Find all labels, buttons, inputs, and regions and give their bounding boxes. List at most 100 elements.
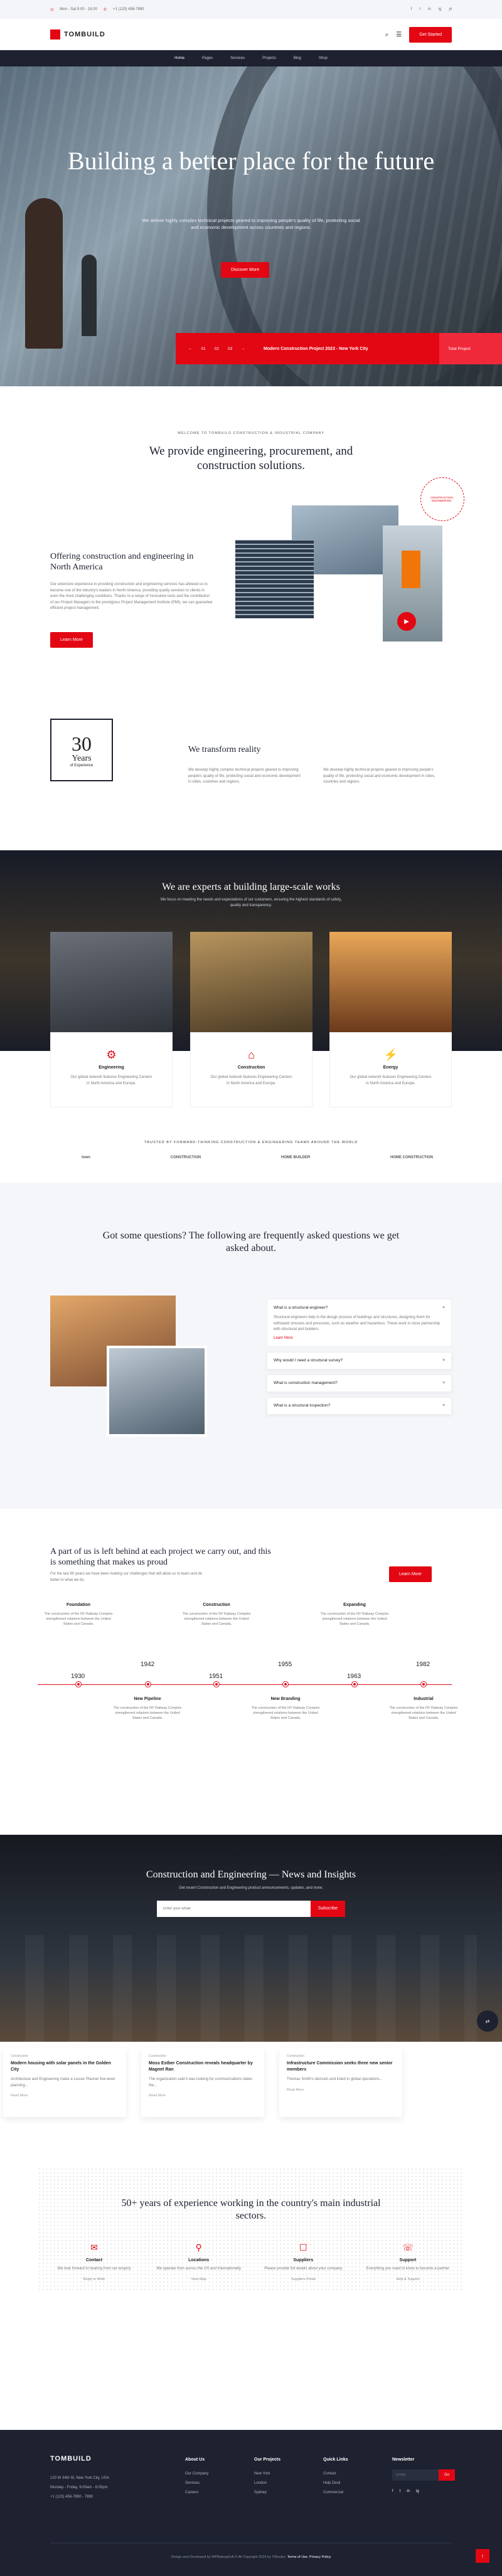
timeline-dot[interactable] xyxy=(76,1682,81,1687)
scroll-top-button[interactable]: ↑ xyxy=(476,2549,489,2563)
footer-phone[interactable]: +1 (123) 456-7890 - 7890 xyxy=(50,2493,109,2502)
news-text: Thomas Smith's decision and listed in gl… xyxy=(287,2077,383,2081)
phone-text[interactable]: +1 (123) 456-7890 xyxy=(113,8,144,12)
history-learn-more-button[interactable]: Learn More xyxy=(389,1566,432,1582)
page-03[interactable]: 03 xyxy=(228,347,232,351)
contact-card: ✉ Contact We look forward to hearing from … xyxy=(50,2242,138,2281)
service-card-construction[interactable]: ⌂ Construction Our global network features… xyxy=(190,1032,312,1107)
support-link[interactable]: Help & Support xyxy=(364,2278,452,2281)
years-number: 30 xyxy=(72,732,92,755)
search-icon[interactable]: ⌕ xyxy=(385,31,389,38)
faq-item[interactable]: What is construction management? ˅ xyxy=(267,1374,452,1392)
hero-news-title[interactable]: Modern Construction Project 2023 - New Y… xyxy=(264,347,439,351)
news-text: Architecture and Engineering make a Less… xyxy=(11,2077,115,2088)
nav-blog[interactable]: Blog xyxy=(294,56,301,60)
play-button[interactable]: ▶ xyxy=(397,612,416,631)
contact-link[interactable]: Reply or Write xyxy=(50,2278,138,2281)
timeline-name: New Branding xyxy=(270,1697,301,1701)
timeline-line xyxy=(38,1684,452,1685)
news-read-more[interactable]: Read More xyxy=(149,2094,257,2098)
news-card[interactable]: Construction Modern housing with solar pa… xyxy=(3,2048,126,2117)
news-category: Construction xyxy=(287,2054,305,2058)
footer-col-about: About Us Our Company Services Careers xyxy=(185,2455,208,2498)
news-read-more[interactable]: Read More xyxy=(11,2094,119,2098)
nav-pages[interactable]: Pages xyxy=(202,56,213,60)
timeline-dot[interactable] xyxy=(214,1682,219,1687)
service-name: Engineering xyxy=(99,1065,124,1070)
discover-more-button[interactable]: Discover More xyxy=(221,262,270,278)
experts-section: We are experts at building large-scale w… xyxy=(0,850,502,1183)
carousel-arrow-button[interactable]: ⇄ xyxy=(477,2010,498,2032)
year-1963: 1963 xyxy=(347,1673,361,1680)
subscribe-button[interactable]: Subscribe xyxy=(310,1901,345,1917)
footer-logo[interactable]: TOMBUILD xyxy=(50,2455,92,2463)
policy-links[interactable]: Terms of Use. Privacy Policy xyxy=(287,2555,331,2559)
nav-projects[interactable]: Projects xyxy=(262,56,276,60)
nav-shop[interactable]: Shop xyxy=(319,56,328,60)
timeline-dot[interactable] xyxy=(146,1682,151,1687)
timeline-dot[interactable] xyxy=(352,1682,357,1687)
chevron-up-icon[interactable]: ˄ xyxy=(442,1306,445,1310)
newsletter-email-input[interactable] xyxy=(157,1901,311,1917)
timeline-industrial: Industrial The construction of the NY Rai… xyxy=(389,1697,458,1721)
nav-services[interactable]: Services xyxy=(230,56,245,60)
nav-home[interactable]: Home xyxy=(174,56,184,60)
page-01[interactable]: 01 xyxy=(201,347,206,351)
faq-learn-more[interactable]: Learn More xyxy=(274,1336,445,1340)
instagram-icon[interactable]: ig xyxy=(439,8,442,11)
footer-link[interactable]: Help Desk xyxy=(323,2479,348,2488)
faq-question[interactable]: What is a structural engineer? xyxy=(274,1306,328,1310)
year-1955: 1955 xyxy=(278,1661,292,1668)
footer-link[interactable]: Commercial xyxy=(323,2488,348,2498)
service-card-engineering[interactable]: ⚙ Engineering Our global network features … xyxy=(50,1032,173,1107)
locations-link[interactable]: View Map xyxy=(155,2278,243,2281)
page-02[interactable]: 02 xyxy=(215,347,219,351)
footer-link[interactable]: London xyxy=(254,2479,280,2488)
news-title[interactable]: Infrastructure Commission seeks three ne… xyxy=(287,2061,395,2073)
instagram-icon[interactable]: ig xyxy=(416,2487,419,2496)
footer-link[interactable]: Contact xyxy=(323,2469,348,2479)
logo-home-builder: HOME BUILDER xyxy=(280,1156,311,1159)
footer-link[interactable]: Careers xyxy=(185,2488,208,2498)
timeline-dot[interactable] xyxy=(283,1682,288,1687)
timeline-text: The construction of the NY Railway Compl… xyxy=(182,1612,251,1626)
suppliers-link[interactable]: Suppliers Portal xyxy=(259,2278,347,2281)
footer-link[interactable]: Sydney xyxy=(254,2488,280,2498)
newsletter-sub: Get recent Construction and Engineering … xyxy=(179,1886,323,1890)
clock-icon: ◷ xyxy=(50,8,54,12)
news-card[interactable]: Construction Moss Estber Construction rev… xyxy=(141,2048,264,2117)
faq-section: Got some questions? The following are fr… xyxy=(0,1183,502,1509)
linkedin-icon[interactable]: in xyxy=(407,2487,410,2496)
service-card-energy[interactable]: ⚡ Energy Our global network features Engin… xyxy=(329,1032,452,1107)
logo[interactable]: TOMBUILD xyxy=(50,29,105,40)
twitter-icon[interactable]: t xyxy=(419,8,420,11)
footer-go-button[interactable]: Go xyxy=(439,2469,455,2481)
get-started-button[interactable]: Get Started xyxy=(409,26,452,43)
timeline-name: Construction xyxy=(203,1603,230,1607)
prev-arrow-icon[interactable]: ← xyxy=(188,347,193,351)
faq-answer: Structural engineers help in the design … xyxy=(274,1316,441,1331)
footer-link[interactable]: Our Company xyxy=(185,2469,208,2479)
twitter-icon[interactable]: t xyxy=(400,2487,401,2496)
linkedin-icon[interactable]: in xyxy=(428,8,431,11)
footer-link[interactable]: Services xyxy=(185,2479,208,2488)
total-project-link[interactable]: Total Project xyxy=(439,333,502,364)
footer-heading: About Us xyxy=(185,2457,205,2462)
chevron-down-icon: ˅ xyxy=(442,1381,445,1385)
next-arrow-icon[interactable]: → xyxy=(241,347,245,351)
facebook-icon[interactable]: f xyxy=(411,8,412,11)
footer-email-input[interactable] xyxy=(392,2469,439,2481)
youtube-icon[interactable]: yt xyxy=(449,8,452,11)
news-card[interactable]: Construction Infrastructure Commission se… xyxy=(279,2048,402,2117)
faq-item[interactable]: What is a structural inspection? ˅ xyxy=(267,1396,452,1415)
learn-more-button[interactable]: Learn More xyxy=(50,632,93,648)
menu-icon[interactable]: ☰ xyxy=(396,31,402,38)
news-read-more[interactable]: Read More xyxy=(287,2088,395,2092)
faq-item[interactable]: Why would I need a structural survey? ˅ xyxy=(267,1351,452,1370)
news-title[interactable]: Moss Estber Construction reveals headqua… xyxy=(149,2061,257,2073)
timeline-dot[interactable] xyxy=(421,1682,426,1687)
news-title[interactable]: Modern housing with solar panels in the … xyxy=(11,2061,119,2073)
facebook-icon[interactable]: f xyxy=(392,2487,393,2496)
footer-link[interactable]: New York xyxy=(254,2469,280,2479)
chevron-down-icon: ˅ xyxy=(442,1403,445,1408)
